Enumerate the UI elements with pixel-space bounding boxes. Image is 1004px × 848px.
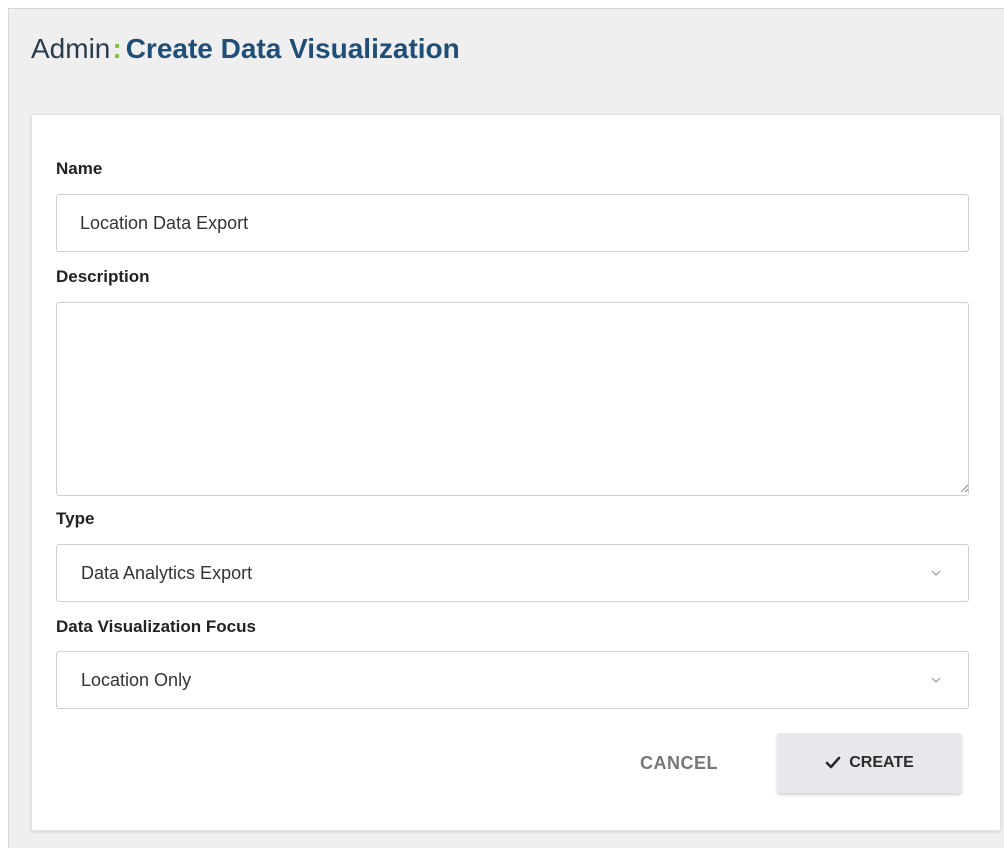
page-title: Admin: Create Data Visualization bbox=[31, 32, 460, 66]
create-button-label: CREATE bbox=[849, 754, 914, 771]
type-label: Type bbox=[56, 509, 95, 528]
form-card: Name Description Type Data Analytics Exp… bbox=[31, 114, 1001, 831]
resize-handle-icon[interactable] bbox=[959, 483, 969, 493]
cancel-button[interactable]: CANCEL bbox=[604, 733, 754, 791]
page-title-prefix: Admin bbox=[31, 33, 111, 64]
page-title-text: Create Data Visualization bbox=[125, 33, 460, 64]
create-button[interactable]: CREATE bbox=[777, 733, 962, 793]
chevron-down-icon bbox=[931, 570, 941, 576]
focus-select[interactable]: Location Only bbox=[56, 651, 969, 709]
description-textarea[interactable] bbox=[56, 302, 969, 496]
page-background: Admin:Create Data Visualization Name Des… bbox=[8, 8, 1004, 848]
focus-select-value: Location Only bbox=[81, 670, 192, 690]
type-select-value: Data Analytics Export bbox=[81, 563, 253, 583]
name-label: Name bbox=[56, 159, 103, 178]
check-icon bbox=[825, 756, 841, 769]
description-field-wrapper bbox=[32, 302, 1002, 496]
description-label: Description bbox=[56, 267, 150, 286]
page-title-separator: : bbox=[112, 33, 122, 64]
type-select[interactable]: Data Analytics Export bbox=[56, 544, 969, 602]
focus-label: Data Visualization Focus bbox=[56, 617, 256, 636]
name-input[interactable] bbox=[56, 194, 969, 252]
chevron-down-icon bbox=[931, 677, 941, 683]
